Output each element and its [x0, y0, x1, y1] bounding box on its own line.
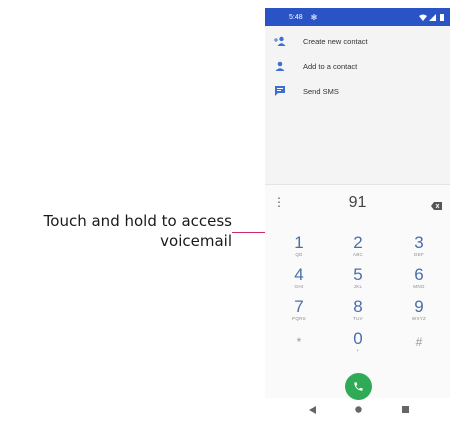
key-0-digit: 0 [353, 329, 363, 348]
home-icon[interactable] [355, 406, 362, 413]
typed-number[interactable]: 91 [265, 191, 450, 215]
key-9[interactable]: 9 WXYZ [394, 297, 444, 331]
call-button[interactable] [345, 373, 372, 400]
suggestion-list: Create new contact Add to a contact Send… [265, 26, 450, 184]
send-sms-label: Send SMS [303, 86, 339, 96]
callout-text: Touch and hold to access voicemail [4, 211, 232, 251]
key-2[interactable]: 2 ABC [333, 233, 383, 267]
gear-icon: ✻ [310, 12, 318, 22]
key-6-digit: 6 [414, 265, 424, 284]
key-2-letters: ABC [352, 252, 364, 257]
person-icon [274, 60, 286, 72]
key-7-letters: PQRS [292, 316, 306, 321]
key-8-letters: TUV [353, 316, 363, 321]
key-0[interactable]: 0 + [333, 329, 383, 363]
key-7-digit: 7 [294, 297, 304, 316]
status-bar: 5:48 ✻ [265, 8, 450, 26]
key-8[interactable]: 8 TUV [333, 297, 383, 331]
send-sms-item[interactable]: Send SMS [265, 80, 450, 102]
callout-line-2: voicemail [160, 232, 232, 250]
backspace-icon[interactable] [431, 197, 442, 215]
back-icon[interactable] [309, 406, 316, 414]
key-hash-symbol: # [415, 335, 423, 349]
key-7[interactable]: 7 PQRS [274, 297, 324, 331]
digits-row: ⋮ 91 [265, 191, 450, 215]
key-star-symbol: * [296, 335, 302, 349]
phone-icon [354, 382, 363, 391]
status-time: 5:48 [289, 13, 303, 21]
signal-icon [429, 13, 436, 21]
navigation-bar [265, 398, 450, 422]
key-star[interactable]: * [274, 333, 324, 367]
key-0-letters: + [356, 348, 360, 353]
key-6[interactable]: 6 MNO [394, 265, 444, 299]
create-new-contact-label: Create new contact [303, 36, 368, 46]
key-4-letters: GHI [294, 284, 304, 289]
add-to-contact-label: Add to a contact [303, 61, 358, 71]
key-3[interactable]: 3 DEF [394, 233, 444, 267]
key-1-digit: 1 [294, 233, 304, 252]
key-4-digit: 4 [294, 265, 304, 284]
create-new-contact-item[interactable]: Create new contact [265, 30, 450, 52]
key-1[interactable]: 1 QD [274, 233, 324, 267]
dialpad: ⋮ 91 1 QD 2 ABC 3 DEF 4 GHI 5 JKL 6 MNO … [265, 184, 450, 398]
add-person-icon [274, 35, 286, 47]
key-hash[interactable]: # [394, 333, 444, 367]
key-2-digit: 2 [353, 233, 363, 252]
key-6-letters: MNO [413, 284, 425, 289]
key-5-letters: JKL [353, 284, 363, 289]
add-to-contact-item[interactable]: Add to a contact [265, 55, 450, 77]
battery-icon [440, 13, 444, 21]
key-3-letters: DEF [414, 252, 424, 257]
recents-icon[interactable] [402, 406, 409, 413]
key-8-digit: 8 [353, 297, 363, 316]
key-4[interactable]: 4 GHI [274, 265, 324, 299]
key-1-letters: QD [295, 252, 303, 257]
key-5-digit: 5 [353, 265, 363, 284]
message-icon [274, 85, 286, 97]
callout-line-1: Touch and hold to access [43, 212, 232, 230]
key-5[interactable]: 5 JKL [333, 265, 383, 299]
key-3-digit: 3 [414, 233, 424, 252]
wifi-icon [419, 14, 427, 21]
key-9-digit: 9 [414, 297, 424, 316]
phone-screen: 5:48 ✻ Create new contact Add to a conta… [265, 8, 450, 422]
key-9-letters: WXYZ [411, 316, 427, 321]
